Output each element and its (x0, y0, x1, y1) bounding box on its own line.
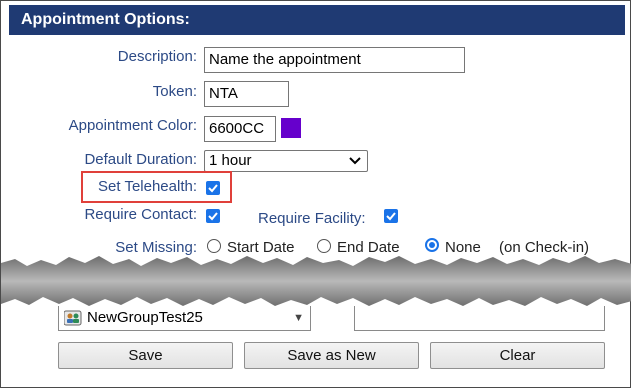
require-facility-label: Require Facility: (258, 210, 366, 227)
token-input[interactable]: NTA (204, 81, 289, 107)
appointment-color-input[interactable]: 6600CC (204, 116, 276, 142)
require-facility-checkbox[interactable] (384, 209, 398, 223)
torn-paper-divider (1, 256, 631, 306)
appointment-options-panel: Appointment Options: Description: Name t… (0, 0, 631, 388)
description-input[interactable]: Name the appointment (204, 47, 465, 73)
secondary-field[interactable] (354, 306, 605, 331)
default-duration-label: Default Duration: (84, 151, 197, 168)
set-telehealth-label: Set Telehealth: (98, 178, 197, 195)
require-contact-label: Require Contact: (84, 206, 197, 223)
appointment-color-label: Appointment Color: (68, 117, 197, 134)
color-swatch[interactable] (281, 118, 301, 138)
token-label: Token: (152, 83, 197, 100)
set-telehealth-checkbox[interactable] (206, 181, 220, 195)
radio-none[interactable] (425, 238, 439, 252)
group-icon (63, 310, 82, 334)
require-contact-checkbox[interactable] (206, 209, 220, 223)
default-duration-value: 1 hour (209, 152, 252, 169)
group-select-value: NewGroupTest25 (87, 309, 203, 326)
chevron-down-icon (349, 151, 361, 178)
description-label: Description: (117, 48, 197, 65)
save-button[interactable]: Save (58, 342, 233, 369)
chevron-down-icon: ▼ (293, 312, 304, 324)
section-header: Appointment Options: (9, 5, 625, 35)
save-as-new-button[interactable]: Save as New (244, 342, 419, 369)
group-select[interactable]: NewGroupTest25 ▼ (58, 306, 311, 331)
clear-button[interactable]: Clear (430, 342, 605, 369)
default-duration-select[interactable]: 1 hour (204, 150, 368, 172)
